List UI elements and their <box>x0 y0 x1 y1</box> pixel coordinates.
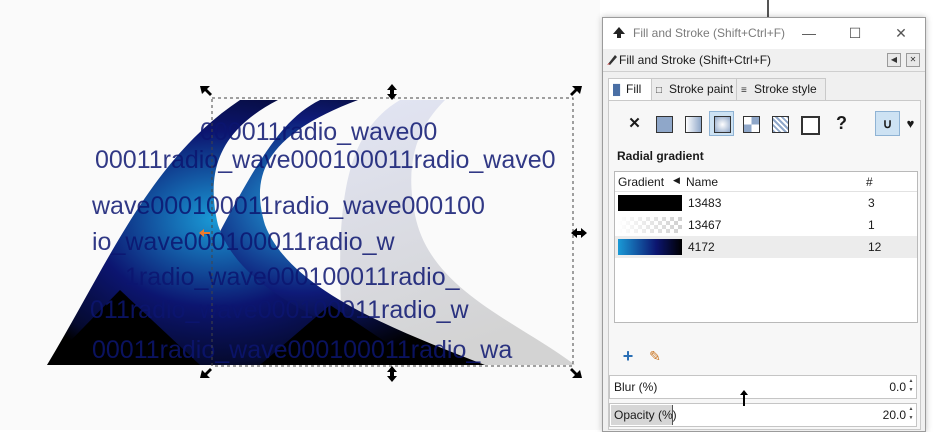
mouse-cursor-icon <box>740 390 748 406</box>
edit-gradient-icon[interactable]: ✎ <box>646 347 664 365</box>
gradient-count: 12 <box>868 240 882 254</box>
canvas-artwork[interactable]: 000011radio_wave0000011radio_wave0001000… <box>0 0 600 430</box>
dock-icon[interactable]: ◀ <box>887 53 901 67</box>
opacity-value[interactable]: 20.0 <box>883 408 906 422</box>
tab-stroke-style-label: Stroke style <box>754 82 817 96</box>
unset-paint-icon[interactable]: ? <box>829 111 854 136</box>
no-paint-icon[interactable]: ✕ <box>622 111 647 136</box>
drawing-canvas[interactable]: 000011radio_wave00 00011radio_wave0001000… <box>0 0 600 430</box>
guide-line-top <box>767 0 769 17</box>
sort-arrow-icon: ◀ <box>673 175 680 185</box>
watermark-text-line: 00011radio_wave000100011radio_wave0 <box>95 146 556 174</box>
gradient-row[interactable]: 13483 3 <box>615 192 917 214</box>
mesh-icon[interactable] <box>796 111 821 136</box>
blur-spinner-icon[interactable]: ▲ ▼ <box>907 377 915 397</box>
fill-rule-nonzero-icon[interactable]: ♥ <box>898 111 923 136</box>
handle-se <box>570 368 582 378</box>
col-gradient-header[interactable]: Gradient <box>618 175 664 189</box>
tab-stroke-style[interactable]: ≡ Stroke style <box>736 78 826 100</box>
window-titlebar[interactable]: Fill and Stroke (Shift+Ctrl+F) — ☐ ✕ <box>603 18 925 49</box>
stroke-style-tab-icon: ≡ <box>741 85 747 96</box>
blur-field[interactable]: Blur (%) 0.0 ▲ ▼ <box>609 375 917 399</box>
section-title: Radial gradient <box>617 149 704 163</box>
handle-s <box>387 366 397 382</box>
gradient-swatch <box>618 195 682 211</box>
flat-color-icon[interactable] <box>651 111 676 136</box>
gradient-swatch <box>618 239 682 255</box>
tab-stroke-paint-label: Stroke paint <box>669 82 734 96</box>
stroke-paint-tab-icon: □ <box>656 85 663 96</box>
tab-stroke-paint[interactable]: □ Stroke paint <box>651 78 740 100</box>
gradient-name: 13467 <box>688 218 722 232</box>
add-gradient-icon[interactable]: + <box>619 347 637 365</box>
opacity-field[interactable]: Opacity (%) 20.0 ▲ ▼ <box>609 403 917 427</box>
radial-gradient-icon[interactable] <box>709 111 734 136</box>
inkscape-app-icon <box>613 27 625 38</box>
panel-header: Fill and Stroke (Shift+Ctrl+F) ◀ ✕ <box>603 49 925 72</box>
tab-fill-label: Fill <box>626 82 642 96</box>
swatch-icon[interactable] <box>767 111 792 136</box>
opacity-spinner-icon[interactable]: ▲ ▼ <box>907 405 915 425</box>
pattern-icon[interactable] <box>738 111 763 136</box>
watermark-text-line: 011radio_wave000100011radio_w <box>90 296 469 324</box>
panel-title: Fill and Stroke (Shift+Ctrl+F) <box>619 53 772 67</box>
gradient-count: 1 <box>868 218 875 232</box>
panel-close-icon[interactable]: ✕ <box>906 53 920 67</box>
blur-label: Blur (%) <box>614 380 658 394</box>
fill-stroke-panel-icon <box>607 55 617 65</box>
gradient-list-header: Gradient ◀ Name # <box>615 172 917 192</box>
fill-tab-content: ✕ ? ∪ ♥ Radial gradient Gradient ◀ Name … <box>608 100 921 430</box>
fill-stroke-dialog: Fill and Stroke (Shift+Ctrl+F) — ☐ ✕ Fil… <box>602 17 926 432</box>
watermark-text-line: 000011radio_wave00 <box>200 118 437 146</box>
watermark-text-line: 00011radio_wave000100011radio_wa <box>92 336 512 364</box>
blur-value[interactable]: 0.0 <box>889 380 906 394</box>
tab-fill[interactable]: █ Fill <box>608 78 655 101</box>
gradient-row[interactable]: 13467 1 <box>615 214 917 236</box>
watermark-text-line: wave000100011radio_wave000100 <box>91 192 485 220</box>
handle-sw <box>200 368 212 378</box>
watermark-text-line: 1radio_wave000100011radio_ <box>125 263 461 291</box>
col-name-header[interactable]: Name <box>686 175 718 189</box>
col-count-header[interactable]: # <box>866 175 873 189</box>
handle-nw <box>200 86 212 96</box>
gradient-name: 4172 <box>688 240 715 254</box>
handle-ne <box>570 86 582 96</box>
fill-tab-icon: █ <box>613 85 621 96</box>
minimize-icon[interactable]: — <box>789 22 829 44</box>
window-title: Fill and Stroke (Shift+Ctrl+F) <box>633 26 786 40</box>
gradient-swatch <box>618 217 682 233</box>
opacity-label: Opacity (%) <box>614 408 677 422</box>
gradient-list[interactable]: Gradient ◀ Name # 13483 3 13467 1 4172 1… <box>614 171 918 323</box>
maximize-icon[interactable]: ☐ <box>835 22 875 44</box>
close-icon[interactable]: ✕ <box>881 22 921 44</box>
fill-rule-evenodd-icon[interactable]: ∪ <box>875 111 900 136</box>
watermark-text-line: io_wave000100011radio_w <box>92 228 395 256</box>
gradient-count: 3 <box>868 196 875 210</box>
gradient-row[interactable]: 4172 12 <box>615 236 917 258</box>
gradient-name: 13483 <box>688 196 722 210</box>
linear-gradient-icon[interactable] <box>680 111 705 136</box>
